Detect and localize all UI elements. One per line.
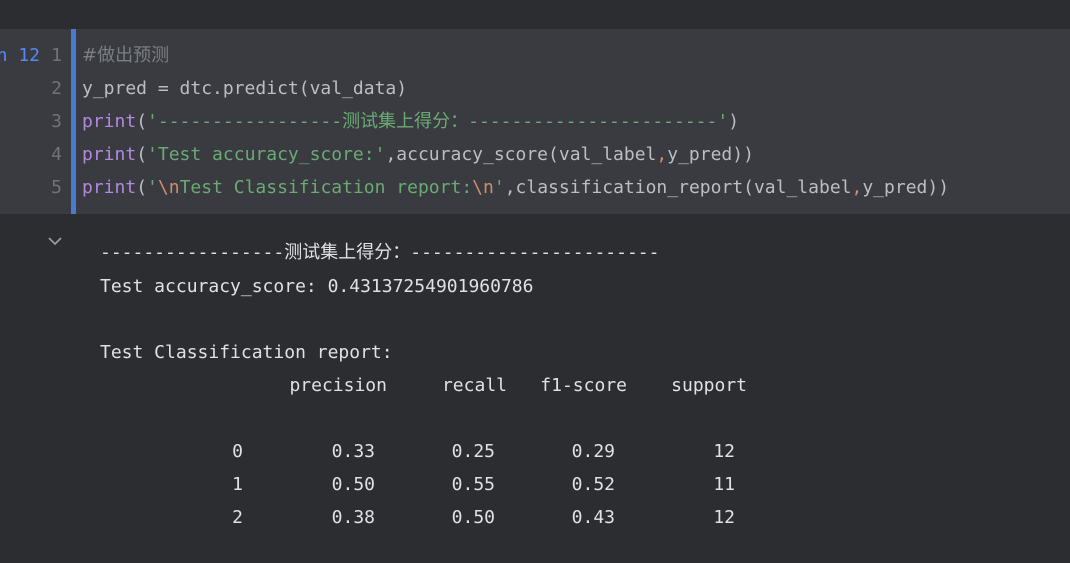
- comma: ,: [385, 144, 397, 165]
- code-line-5[interactable]: print('\nTest Classification report:\n',…: [82, 178, 949, 198]
- string-quote: ': [147, 177, 158, 198]
- report-cell-f1: 0.29: [571, 441, 615, 462]
- code-line-1[interactable]: #做出预测: [82, 46, 169, 66]
- line-number: 1: [51, 45, 62, 66]
- escape-sequence: \n: [157, 177, 180, 198]
- cell-output: -----------------测试集上得分：----------------…: [100, 234, 1040, 554]
- output-header: -----------------测试集上得分：----------------…: [100, 243, 659, 263]
- accuracy-line: Test accuracy_score: 0.43137254901960786: [100, 276, 534, 297]
- report-row-label: 1: [232, 474, 243, 495]
- code-line-2[interactable]: y_pred = dtc.predict(val_data): [82, 79, 407, 99]
- code-line-4[interactable]: print('Test accuracy_score:',accuracy_sc…: [82, 145, 754, 165]
- report-cell-precision: 0.38: [331, 507, 375, 528]
- string-literal: 'Test accuracy_score:': [147, 144, 386, 165]
- escape-sequence: \n: [472, 177, 494, 198]
- report-cell-precision: 0.50: [331, 474, 375, 495]
- report-cell-f1: 0.43: [571, 507, 615, 528]
- code-line-3[interactable]: print('-----------------测试集上得分：---------…: [82, 112, 739, 132]
- paren: (: [136, 177, 148, 198]
- report-cell-support: 12: [713, 507, 735, 528]
- comma: ,: [851, 177, 863, 198]
- report-cell-recall: 0.50: [451, 507, 495, 528]
- top-strip: [0, 0, 1070, 29]
- comment: #做出预测: [82, 45, 170, 66]
- code-text: y_pred)): [862, 177, 950, 198]
- function-call: accuracy_score(val_label: [396, 144, 657, 165]
- output-dashes: -----------------: [100, 242, 285, 263]
- report-cell-f1: 0.52: [571, 474, 615, 495]
- line-number: 5: [51, 177, 62, 198]
- report-column-header: precision: [289, 375, 387, 396]
- cell-selection-marker: [71, 29, 76, 214]
- report-row-label: 0: [232, 441, 243, 462]
- execution-count: n 12: [0, 45, 40, 66]
- output-header-cn: 测试集上得分：: [284, 242, 411, 263]
- line-number: 2: [51, 78, 62, 99]
- line-number: 4: [51, 144, 62, 165]
- report-cell-support: 11: [713, 474, 735, 495]
- paren: (: [136, 144, 148, 165]
- string-literal: -----------------------': [468, 111, 729, 132]
- report-row-label: 2: [232, 507, 243, 528]
- report-column-header: support: [671, 375, 747, 396]
- comma: ,: [656, 144, 668, 165]
- function-call: classification_report(val_label: [515, 177, 852, 198]
- line-number: 3: [51, 111, 62, 132]
- chevron-down-icon[interactable]: [46, 232, 64, 250]
- report-column-header: recall: [441, 375, 507, 396]
- paren: (: [136, 111, 148, 132]
- report-cell-recall: 0.25: [451, 441, 495, 462]
- report-cell-support: 12: [713, 441, 735, 462]
- string-literal: Test Classification report:: [179, 177, 473, 198]
- string-quote: ': [493, 177, 505, 198]
- comma: ,: [504, 177, 516, 198]
- line-number-gutter: 1 2 3 4 5: [40, 29, 68, 214]
- builtin-print: print: [82, 177, 137, 198]
- string-literal: '-----------------: [147, 111, 343, 132]
- report-column-header: f1-score: [540, 375, 627, 396]
- report-cell-precision: 0.33: [331, 441, 375, 462]
- code-editor[interactable]: #做出预测 y_pred = dtc.predict(val_data) pri…: [82, 29, 1067, 214]
- string-literal-cn: 测试集上得分：: [342, 111, 469, 132]
- builtin-print: print: [82, 144, 137, 165]
- report-title: Test Classification report:: [100, 342, 393, 363]
- paren: ): [728, 111, 740, 132]
- output-dashes: -----------------------: [410, 242, 660, 263]
- builtin-print: print: [82, 111, 137, 132]
- code-text: y_pred = dtc.predict(val_data): [82, 78, 408, 99]
- report-cell-recall: 0.55: [451, 474, 495, 495]
- code-text: y_pred)): [667, 144, 754, 165]
